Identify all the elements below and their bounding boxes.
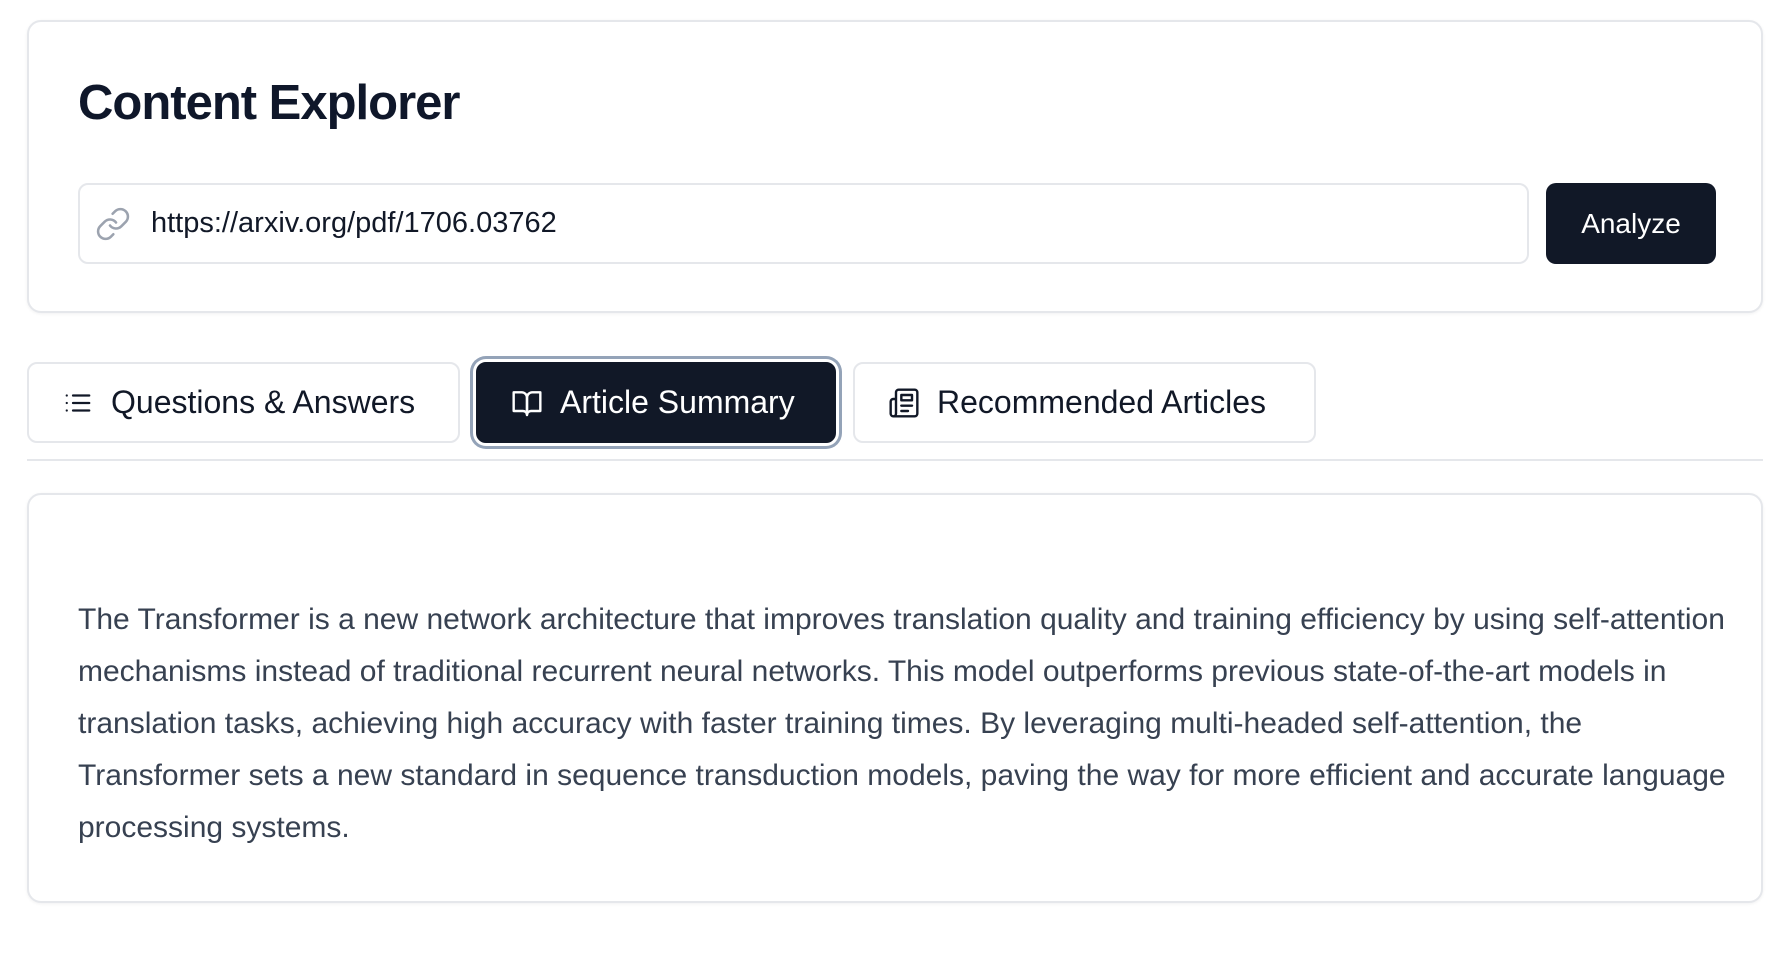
newspaper-icon bbox=[887, 386, 921, 420]
url-field[interactable] bbox=[78, 183, 1529, 264]
header-card: Content Explorer Analyze bbox=[27, 20, 1763, 313]
list-icon bbox=[61, 386, 95, 420]
tab-recommended-articles[interactable]: Recommended Articles bbox=[853, 362, 1316, 443]
tab-questions-answers[interactable]: Questions & Answers bbox=[27, 362, 460, 443]
url-input[interactable] bbox=[151, 185, 1511, 262]
summary-text: The Transformer is a new network archite… bbox=[78, 603, 1726, 844]
page-title: Content Explorer bbox=[78, 76, 460, 130]
tab-label: Questions & Answers bbox=[111, 384, 416, 420]
analyze-button[interactable]: Analyze bbox=[1546, 183, 1716, 264]
tab-divider bbox=[27, 459, 1763, 461]
tab-article-summary[interactable]: Article Summary bbox=[476, 362, 836, 443]
link-icon bbox=[94, 205, 132, 243]
book-open-icon bbox=[510, 386, 544, 420]
summary-card: The Transformer is a new network archite… bbox=[27, 493, 1763, 903]
page: Content Explorer Analyze Questions bbox=[0, 0, 1790, 954]
tab-label: Article Summary bbox=[560, 384, 795, 420]
tab-label: Recommended Articles bbox=[937, 384, 1267, 420]
